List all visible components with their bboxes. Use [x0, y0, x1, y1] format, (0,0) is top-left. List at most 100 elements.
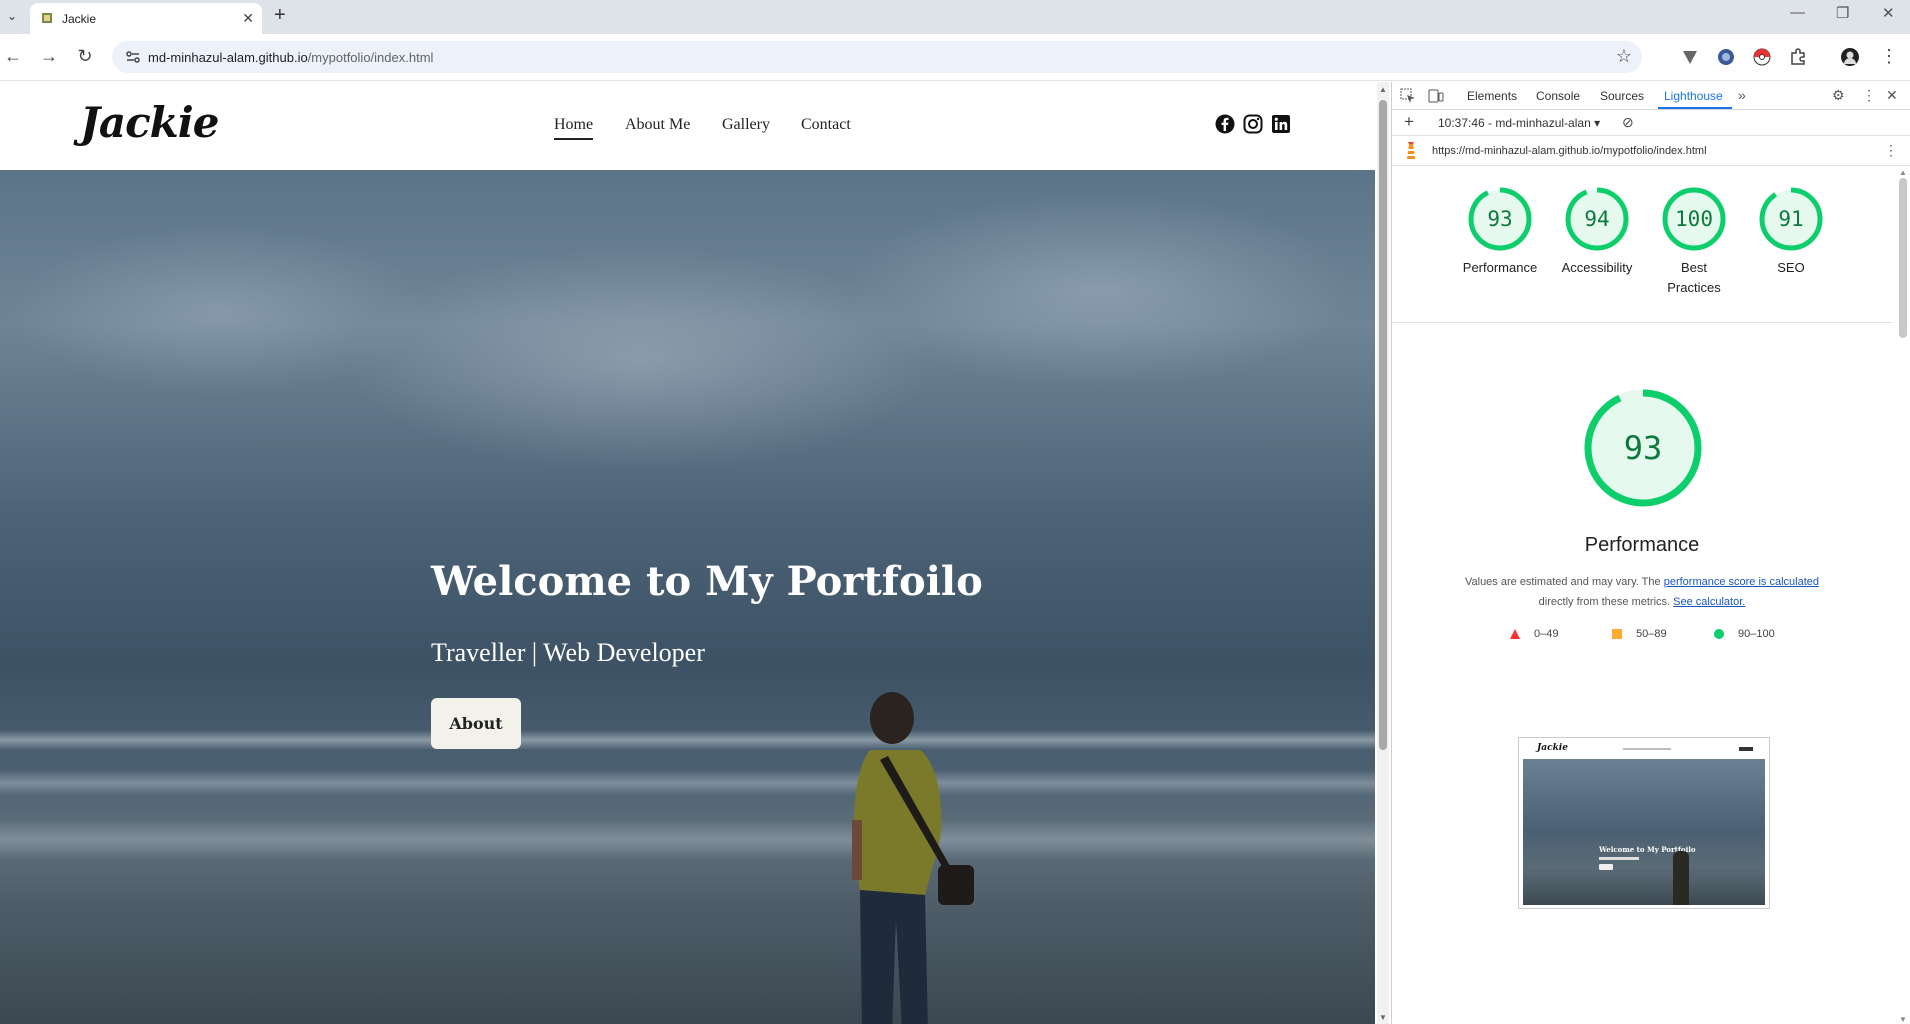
score-label: Performance [1462, 260, 1538, 275]
lighthouse-logo-icon [1407, 142, 1415, 159]
extension-v-icon[interactable] [1680, 47, 1700, 67]
nav-home[interactable]: Home [554, 116, 594, 140]
scroll-up-icon[interactable]: ▲ [1899, 168, 1907, 177]
thumbnail-person [1673, 851, 1689, 905]
score-value: 100 [1675, 207, 1713, 231]
nav-gallery[interactable]: Gallery [722, 116, 770, 134]
nav-about-me[interactable]: About Me [625, 116, 690, 134]
devtools-scrollbar[interactable]: ▲ ▼ [1896, 168, 1910, 1024]
close-tab-icon[interactable]: ✕ [242, 10, 254, 27]
gauge-performance[interactable]: 93 Performance [1452, 186, 1548, 278]
score-label: Best Practices [1667, 260, 1721, 295]
scrollbar-thumb[interactable] [1899, 178, 1907, 338]
score-value: 93 [1487, 207, 1512, 231]
devtools-tab-bar: Elements Console Sources Lighthouse » ⚙ … [1392, 82, 1910, 110]
favicon-icon [42, 13, 52, 23]
score-ring: 94 [1565, 187, 1629, 251]
wave-line [0, 730, 1375, 750]
square-icon [1612, 629, 1622, 639]
extension-pokeball-icon[interactable] [1752, 47, 1772, 67]
extension-globe-icon[interactable] [1716, 47, 1736, 67]
close-devtools-icon[interactable]: ✕ [1886, 87, 1898, 104]
facebook-icon[interactable] [1215, 114, 1235, 134]
report-menu-icon[interactable]: ⋮ [1884, 142, 1898, 159]
score-ring: 91 [1759, 187, 1823, 251]
devtools-menu-icon[interactable]: ⋮ [1862, 87, 1876, 104]
close-icon[interactable]: ✕ [1882, 4, 1895, 22]
legend-average: 50–89 [1612, 628, 1667, 640]
instagram-icon[interactable] [1243, 114, 1263, 134]
gauge-seo[interactable]: 91 SEO [1743, 186, 1839, 278]
see-calculator-link[interactable]: See calculator. [1673, 596, 1745, 608]
hero-subtitle: Traveller | Web Developer [431, 638, 705, 667]
extensions-puzzle-icon[interactable] [1788, 47, 1808, 67]
thumbnail-logo: Jackie [1537, 743, 1568, 753]
chevron-down-icon[interactable]: ⌄ [2, 6, 22, 26]
score-calc-link[interactable]: performance score is calculated [1664, 576, 1819, 588]
browser-menu-icon[interactable]: ⋮ [1878, 46, 1900, 67]
restore-icon[interactable]: ❐ [1836, 4, 1849, 22]
site-info-icon[interactable] [124, 48, 142, 66]
score-value: 91 [1778, 207, 1803, 231]
wave-line [0, 770, 1375, 796]
browser-tab[interactable]: Jackie ✕ [30, 3, 262, 34]
page-scrollbar[interactable]: ▲ ▼ [1377, 82, 1389, 1024]
performance-main-gauge: 93 [1584, 389, 1702, 507]
more-tabs-icon[interactable]: » [1738, 87, 1746, 103]
legend-pass: 90–100 [1714, 628, 1775, 640]
forward-icon[interactable]: → [38, 46, 60, 67]
reload-icon[interactable]: ↻ [74, 46, 96, 67]
gauge-best-practices[interactable]: 100 Best Practices [1646, 186, 1742, 298]
site-logo[interactable]: Jackie [80, 98, 219, 147]
scroll-up-icon[interactable]: ▲ [1379, 85, 1387, 94]
bookmark-star-icon[interactable]: ☆ [1616, 46, 1632, 67]
settings-gear-icon[interactable]: ⚙ [1832, 87, 1845, 104]
scroll-down-icon[interactable]: ▼ [1379, 1013, 1387, 1022]
thumbnail-subtitle [1599, 857, 1639, 860]
active-tab-indicator [1658, 107, 1732, 109]
website-viewport: Jackie Home About Me Gallery Contact Wel… [0, 82, 1375, 1024]
browser-toolbar: ← → ↻ md-minhazul-alam.github.io/mypotfo… [0, 34, 1910, 81]
score-label: Accessibility [1561, 260, 1633, 275]
url-text: md-minhazul-alam.github.io/mypotfolio/in… [148, 50, 434, 65]
about-button[interactable]: About [431, 698, 521, 749]
device-toolbar-icon[interactable] [1428, 88, 1444, 104]
lighthouse-url-bar: https://md-minhazul-alam.github.io/mypot… [1392, 136, 1910, 166]
score-ring: 93 [1468, 187, 1532, 251]
tab-title: Jackie [62, 12, 97, 26]
scroll-down-icon[interactable]: ▼ [1899, 1015, 1907, 1024]
thumbnail-header: Jackie [1523, 741, 1765, 759]
score-label: SEO [1777, 260, 1805, 275]
back-icon[interactable]: ← [2, 46, 24, 67]
circle-icon [1714, 629, 1724, 639]
thumbnail-nav [1623, 748, 1671, 750]
tab-lighthouse[interactable]: Lighthouse [1664, 89, 1723, 103]
clear-reports-icon[interactable]: ⊘ [1622, 114, 1634, 131]
score-value: 94 [1584, 207, 1609, 231]
site-header: Jackie Home About Me Gallery Contact [0, 82, 1375, 170]
audited-url[interactable]: https://md-minhazul-alam.github.io/mypot… [1432, 145, 1707, 157]
address-bar[interactable]: md-minhazul-alam.github.io/mypotfolio/in… [112, 41, 1642, 73]
inspect-element-icon[interactable] [1400, 88, 1416, 104]
new-report-plus-icon[interactable]: + [1404, 112, 1414, 132]
profile-avatar-icon[interactable] [1840, 47, 1860, 67]
thumbnail-social [1739, 747, 1753, 751]
scrollbar-thumb[interactable] [1379, 100, 1387, 750]
report-selector[interactable]: 10:37:46 - md-minhazul-alan ▾ [1438, 116, 1600, 130]
linkedin-icon[interactable] [1271, 114, 1291, 134]
score-ring: 100 [1662, 187, 1726, 251]
minimize-icon[interactable]: — [1790, 4, 1805, 21]
tab-elements[interactable]: Elements [1467, 89, 1517, 103]
final-screenshot[interactable]: Jackie Welcome to My Portfoilo [1518, 737, 1770, 909]
legend-fail: 0–49 [1510, 628, 1558, 640]
tab-sources[interactable]: Sources [1600, 89, 1644, 103]
gauge-accessibility[interactable]: 94 Accessibility [1549, 186, 1645, 278]
lighthouse-toolbar: + 10:37:46 - md-minhazul-alan ▾ ⊘ [1392, 110, 1910, 136]
plus-icon[interactable]: + [274, 4, 286, 27]
main-score-value: 93 [1624, 429, 1663, 467]
section-divider [1392, 322, 1892, 323]
tab-console[interactable]: Console [1536, 89, 1580, 103]
performance-description: Values are estimated and may vary. The p… [1464, 576, 1819, 608]
triangle-icon [1510, 629, 1520, 639]
nav-contact[interactable]: Contact [801, 116, 851, 134]
